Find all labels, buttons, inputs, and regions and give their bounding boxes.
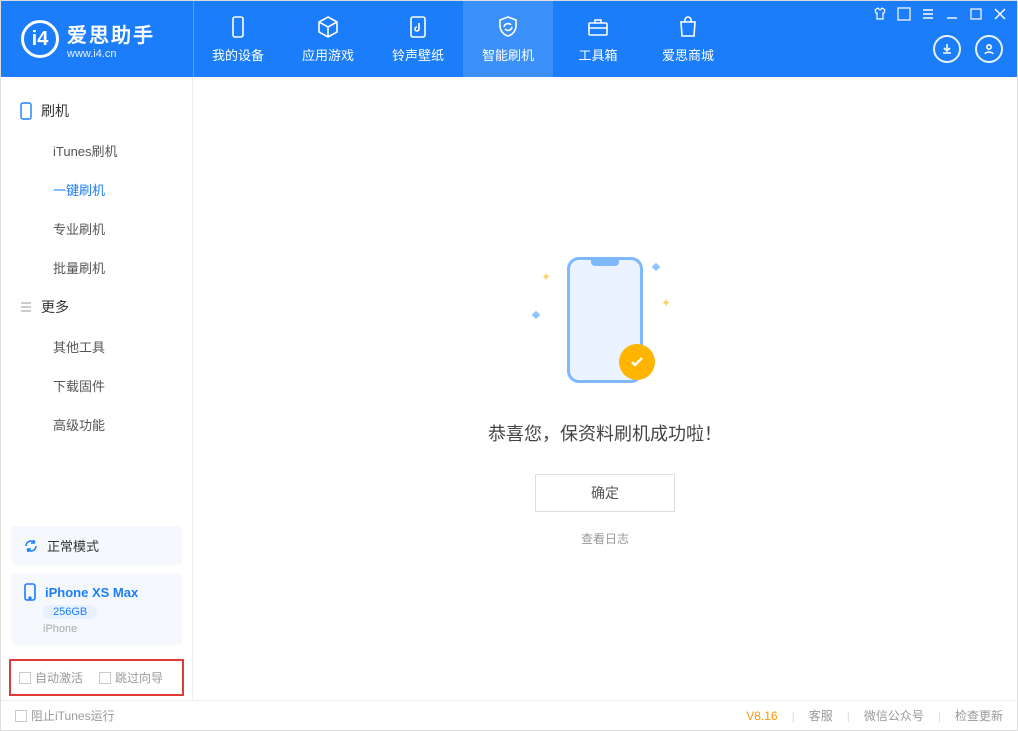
sparkle-icon: ✦	[541, 270, 551, 284]
tab-apps-games[interactable]: 应用游戏	[283, 1, 373, 77]
user-icon[interactable]	[975, 35, 1003, 63]
sparkle-icon	[532, 311, 540, 319]
window-controls	[873, 7, 1007, 21]
device-mode-label: 正常模式	[47, 536, 99, 555]
version-label: V8.16	[746, 709, 777, 723]
tab-label: 应用游戏	[302, 45, 354, 64]
success-illustration: ✦ ✦	[505, 250, 705, 390]
tab-label: 爱思商城	[662, 45, 714, 64]
cube-icon	[315, 14, 341, 40]
checkbox-skip-guide[interactable]: 跳过向导	[99, 669, 163, 686]
logo-icon: i4	[21, 20, 59, 58]
sidebar-group-title: 更多	[41, 297, 69, 317]
sidebar-item-pro-flash[interactable]: 专业刷机	[1, 209, 192, 248]
device-info-card[interactable]: iPhone XS Max 256GB iPhone	[11, 573, 182, 645]
sidebar-item-download-firmware[interactable]: 下载固件	[1, 366, 192, 405]
header-divider	[193, 1, 194, 77]
success-message: 恭喜您，保资料刷机成功啦！	[488, 420, 722, 446]
phone-icon	[23, 583, 37, 601]
tab-store[interactable]: 爱思商城	[643, 1, 733, 77]
toolbox-icon	[585, 14, 611, 40]
checkbox-icon	[99, 672, 111, 684]
check-update-link[interactable]: 检查更新	[955, 707, 1003, 724]
status-bar: 阻止iTunes运行 V8.16 | 客服 | 微信公众号 | 检查更新	[1, 700, 1017, 730]
checkbox-label: 自动激活	[35, 669, 83, 686]
close-icon[interactable]	[993, 7, 1007, 21]
app-url: www.i4.cn	[67, 48, 155, 60]
sidebar-item-one-click-flash[interactable]: 一键刷机	[1, 170, 192, 209]
menu-icon[interactable]	[921, 7, 935, 21]
skin-icon[interactable]	[873, 7, 887, 21]
device-type: iPhone	[43, 623, 170, 635]
checkbox-label: 跳过向导	[115, 669, 163, 686]
phone-icon	[19, 102, 33, 120]
sidebar-item-itunes-flash[interactable]: iTunes刷机	[1, 131, 192, 170]
sparkle-icon: ✦	[661, 296, 671, 310]
separator: |	[938, 709, 941, 723]
sidebar-item-other-tools[interactable]: 其他工具	[1, 327, 192, 366]
top-tabs: 我的设备 应用游戏 铃声壁纸 智能刷机 工具箱 爱思商城	[193, 1, 733, 77]
checkbox-icon	[19, 672, 31, 684]
sidebar-item-batch-flash[interactable]: 批量刷机	[1, 248, 192, 287]
list-icon	[19, 300, 33, 314]
download-icon[interactable]	[933, 35, 961, 63]
shield-sync-icon	[495, 14, 521, 40]
sync-icon	[23, 538, 39, 554]
device-storage: 256GB	[43, 605, 97, 619]
header-right-icons	[933, 35, 1003, 63]
tab-toolbox[interactable]: 工具箱	[553, 1, 643, 77]
maximize-icon[interactable]	[969, 7, 983, 21]
tab-my-device[interactable]: 我的设备	[193, 1, 283, 77]
bag-icon	[675, 14, 701, 40]
body-area: 刷机 iTunes刷机 一键刷机 专业刷机 批量刷机 更多 其他工具 下载固件 …	[1, 77, 1017, 700]
sidebar-group-title: 刷机	[41, 101, 69, 121]
check-badge-icon	[619, 344, 655, 380]
app-header: i4 爱思助手 www.i4.cn 我的设备 应用游戏 铃声壁纸 智能刷机 工具…	[1, 1, 1017, 77]
sidebar-item-advanced[interactable]: 高级功能	[1, 405, 192, 444]
separator: |	[847, 709, 850, 723]
tab-smart-flash[interactable]: 智能刷机	[463, 1, 553, 77]
sidebar-group-more: 更多	[1, 287, 192, 327]
checkbox-row-highlighted: 自动激活 跳过向导	[9, 659, 184, 696]
checkbox-auto-activate[interactable]: 自动激活	[19, 669, 83, 686]
tab-label: 铃声壁纸	[392, 45, 444, 64]
sidebar: 刷机 iTunes刷机 一键刷机 专业刷机 批量刷机 更多 其他工具 下载固件 …	[1, 77, 193, 700]
separator: |	[792, 709, 795, 723]
sidebar-group-flash: 刷机	[1, 91, 192, 131]
minimize-icon[interactable]	[945, 7, 959, 21]
music-file-icon	[405, 14, 431, 40]
support-link[interactable]: 客服	[809, 707, 833, 724]
tab-ringtones-wallpaper[interactable]: 铃声壁纸	[373, 1, 463, 77]
app-title: 爱思助手	[67, 19, 155, 48]
checkbox-label: 阻止iTunes运行	[31, 707, 115, 724]
tab-label: 智能刷机	[482, 45, 534, 64]
tab-label: 我的设备	[212, 45, 264, 64]
checkbox-icon	[15, 710, 27, 722]
wechat-link[interactable]: 微信公众号	[864, 707, 924, 724]
checkbox-block-itunes[interactable]: 阻止iTunes运行	[15, 707, 115, 724]
feedback-square-icon[interactable]	[897, 7, 911, 21]
view-log-link[interactable]: 查看日志	[581, 530, 629, 547]
tab-label: 工具箱	[578, 45, 617, 64]
device-mode-card[interactable]: 正常模式	[11, 526, 182, 565]
logo-block: i4 爱思助手 www.i4.cn	[1, 19, 193, 60]
main-content: ✦ ✦ 恭喜您，保资料刷机成功啦！ 确定 查看日志	[193, 77, 1017, 700]
device-name: iPhone XS Max	[45, 585, 138, 600]
sparkle-icon	[652, 263, 660, 271]
device-icon	[225, 14, 251, 40]
ok-button[interactable]: 确定	[535, 474, 675, 512]
